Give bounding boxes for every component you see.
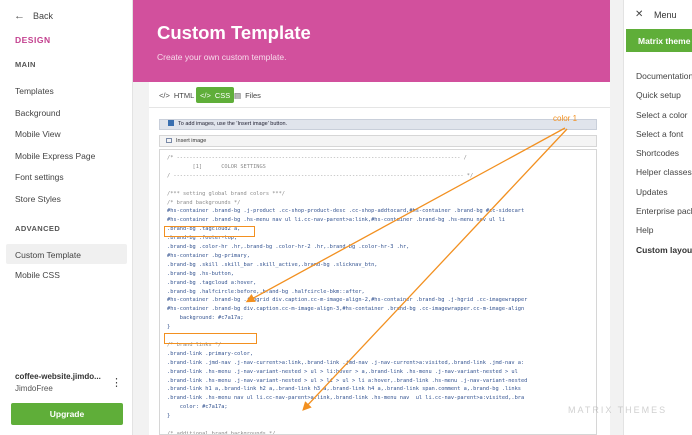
menu-item-matrix-theme[interactable]: Matrix theme [626,29,692,52]
close-icon[interactable]: ✕ [635,9,643,20]
menu-item-updates[interactable]: Updates [636,187,668,197]
menu-item-select-color[interactable]: Select a color [636,110,688,120]
annotation-arrows [245,127,568,411]
annotation-label: color 1 [553,114,578,123]
menu-item-enterprise-pack[interactable]: Enterprise pack [636,206,692,216]
menu-item-label: Matrix theme [638,36,691,46]
menu-item-quick-setup[interactable]: Quick setup [636,90,681,100]
watermark: MATRIX THEMES [568,405,668,415]
menu-item-shortcodes[interactable]: Shortcodes [636,148,679,158]
menu-item-helper-classes[interactable]: Helper classes [636,167,692,177]
menu-title: Menu [654,10,677,20]
menu-item-custom-layout[interactable]: Custom layout [636,245,692,255]
arrow-to-link-color [302,128,568,411]
arrow-to-background-color [245,127,566,303]
menu-item-help[interactable]: Help [636,225,653,235]
menu-item-select-font[interactable]: Select a font [636,129,683,139]
menu-item-documentation[interactable]: Documentation [636,71,692,81]
right-menu: ✕ Menu Matrix theme Documentation Quick … [623,0,692,435]
